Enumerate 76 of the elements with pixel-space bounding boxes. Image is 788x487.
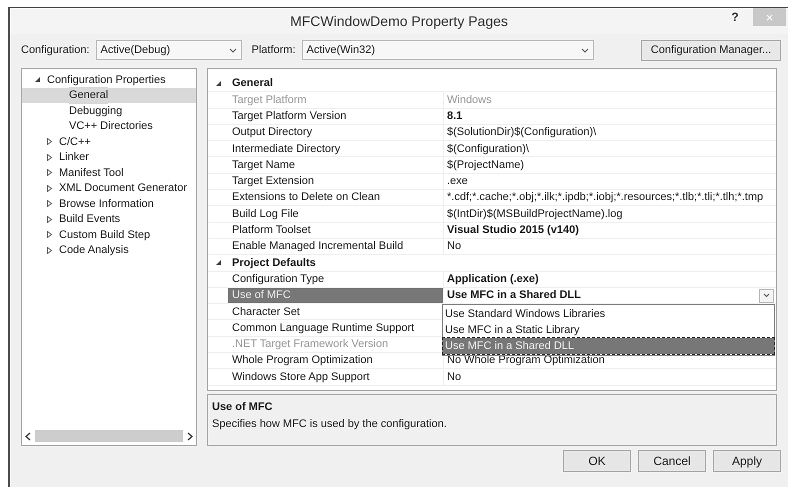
property-value[interactable]: $(ProjectName) — [447, 156, 524, 174]
property-name[interactable]: Output Directory — [228, 124, 444, 140]
platform-dropdown[interactable]: Active(Win32) — [302, 40, 594, 60]
dropdown-option[interactable]: Use Standard Windows Libraries — [443, 306, 774, 322]
property-value[interactable]: .exe — [447, 173, 468, 190]
property-value: Windows — [447, 92, 492, 108]
property-value[interactable]: No — [447, 238, 462, 255]
tree-item[interactable]: Manifest Tool — [59, 164, 124, 181]
category-header[interactable]: General — [232, 75, 273, 92]
property-value[interactable]: $(IntDir)$(MSBuildProjectName).log — [447, 206, 622, 222]
tree-item[interactable]: Code Analysis — [59, 242, 129, 258]
chevron-down-icon — [228, 48, 236, 52]
scroll-left-icon[interactable] — [24, 432, 32, 440]
description-text: Specifies how MFC is used by the configuration. — [212, 416, 448, 432]
property-value[interactable]: No — [447, 368, 462, 386]
dialog-button[interactable]: Apply — [713, 450, 781, 472]
tree-item[interactable]: Build Events — [59, 211, 120, 228]
property-name[interactable]: Enable Managed Incremental Build — [228, 238, 444, 254]
collapsed-triangle-icon[interactable] — [46, 231, 52, 238]
configuration-manager-button[interactable]: Configuration Manager... — [641, 40, 781, 60]
tree-item[interactable]: C/C++ — [59, 134, 91, 150]
property-name[interactable]: Target Platform Version — [228, 108, 444, 124]
tree-item[interactable]: Custom Build Step — [59, 226, 150, 243]
tree-item[interactable]: General — [69, 87, 108, 104]
collapsed-triangle-icon[interactable] — [46, 216, 52, 223]
dialog-button[interactable]: OK — [563, 450, 631, 472]
collapsed-triangle-icon[interactable] — [46, 184, 52, 192]
window-title: MFCWindowDemo Property Pages — [290, 12, 508, 31]
tree-item[interactable]: XML Document Generator — [59, 180, 187, 196]
property-name[interactable]: Extensions to Delete on Clean — [228, 190, 444, 206]
property-name[interactable]: Platform Toolset — [228, 222, 444, 238]
expanded-triangle-icon[interactable] — [34, 76, 40, 84]
collapsed-triangle-icon[interactable] — [46, 138, 52, 146]
property-name[interactable]: Common Language Runtime Support — [228, 320, 444, 336]
scroll-right-icon[interactable] — [186, 432, 194, 440]
tree-item[interactable]: VC++ Directories — [69, 118, 153, 134]
dropdown-option[interactable]: Use MFC in a Shared DLL — [443, 338, 774, 354]
property-value[interactable]: $(SolutionDir)$(Configuration)\ — [447, 124, 596, 141]
tree-item[interactable]: Linker — [59, 149, 89, 166]
platform-label: Platform: — [252, 42, 296, 58]
collapsed-triangle-icon[interactable] — [46, 154, 52, 161]
property-value[interactable]: Use MFC in a Shared DLL — [447, 287, 581, 304]
expanded-triangle-icon[interactable] — [214, 259, 222, 266]
property-name[interactable]: Configuration Type — [228, 272, 444, 287]
property-value[interactable]: $(Configuration)\ — [447, 140, 529, 158]
configuration-dropdown[interactable]: Active(Debug) — [96, 40, 242, 60]
expanded-triangle-icon[interactable] — [214, 80, 222, 88]
collapsed-triangle-icon[interactable] — [46, 200, 52, 208]
dropdown-button[interactable] — [759, 288, 774, 302]
scrollbar-thumb[interactable] — [35, 430, 183, 442]
property-name[interactable]: Character Set — [228, 304, 444, 320]
tree-item[interactable]: Configuration Properties — [47, 72, 166, 88]
property-value[interactable]: 8.1 — [447, 108, 462, 124]
property-name[interactable]: Use of MFC — [228, 288, 444, 304]
dialog-button[interactable]: Cancel — [638, 450, 706, 472]
configuration-label: Configuration: — [21, 42, 90, 58]
chevron-down-icon — [580, 48, 589, 52]
collapsed-triangle-icon[interactable] — [46, 246, 52, 254]
tree-item[interactable]: Debugging — [69, 102, 122, 119]
help-button[interactable]: ? — [723, 8, 747, 26]
chevron-down-icon — [763, 293, 770, 298]
property-name[interactable]: Target Name — [228, 157, 444, 173]
description-title: Use of MFC — [212, 400, 274, 415]
property-value[interactable]: Visual Studio 2015 (v140) — [447, 222, 579, 239]
property-value[interactable]: *.cdf;*.cache;*.obj;*.ilk;*.ipdb;*.iobj;*.resources;*.tlb;*.tli;*.tlh;*.tmp — [447, 189, 764, 206]
category-header[interactable]: Project Defaults — [232, 254, 316, 272]
collapsed-triangle-icon[interactable] — [46, 169, 52, 176]
property-value[interactable]: No Whole Program Optimization — [447, 352, 605, 369]
property-name[interactable]: Target Extension — [228, 174, 444, 190]
property-value[interactable]: Application (.exe) — [447, 270, 539, 288]
property-name[interactable]: Whole Program Optimization — [228, 353, 444, 368]
property-name[interactable]: Build Log File — [228, 206, 444, 222]
property-name[interactable]: Intermediate Directory — [228, 141, 444, 156]
property-name[interactable]: Windows Store App Support — [228, 369, 444, 385]
tree-item[interactable]: Browse Information — [59, 196, 154, 212]
dropdown-option[interactable]: Use MFC in a Static Library — [443, 322, 774, 338]
